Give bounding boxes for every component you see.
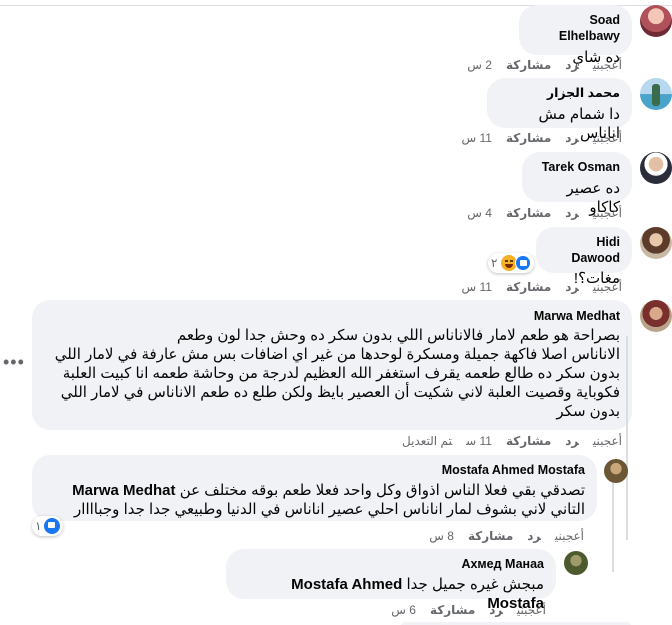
comment-time[interactable]: 4 س: [467, 206, 492, 220]
comment-bubble: Soad Elhelbawy ده شاي: [519, 5, 632, 66]
comment-bubble: Ахмед Манаа مبجش غيره جميل جدا Mostafa A…: [226, 549, 556, 612]
comment-author[interactable]: Soad Elhelbawy: [531, 12, 620, 44]
share-action[interactable]: مشاركة: [506, 280, 551, 294]
comment-actions: أعجبني رد مشاركة 2 س: [453, 57, 622, 73]
like-icon: [515, 255, 532, 271]
comment-actions: أعجبني رد مشاركة 6 س: [377, 602, 546, 618]
like-action[interactable]: أعجبني: [555, 529, 584, 543]
more-options-icon[interactable]: •••: [3, 352, 25, 373]
like-action[interactable]: أعجبني: [593, 206, 622, 220]
thread-line: [626, 336, 628, 540]
avatar[interactable]: [604, 459, 628, 483]
comment-text-line: تصدقي بقي فعلا الناس اذواق وكل واحد فعلا…: [44, 481, 585, 500]
thread-line: [612, 482, 614, 572]
comment-bubble: Tarek Osman ده عصير كاكاو: [522, 152, 632, 216]
comment-time[interactable]: 11 س: [466, 434, 492, 448]
reply-action[interactable]: رد: [527, 529, 541, 543]
comment-actions: أعجبني رد مشاركة 11 س: [448, 130, 623, 146]
comment-author[interactable]: Mostafa Ahmed Mostafa: [44, 462, 585, 478]
share-action[interactable]: مشاركة: [506, 58, 551, 72]
share-action[interactable]: مشاركة: [506, 131, 551, 145]
comment-text-line: بدون سكر: [556, 403, 620, 420]
comment-text-line: الاناناس اصلا فاكهة جميلة ومسكرة لوحدها …: [54, 346, 620, 363]
reply-action[interactable]: رد: [565, 131, 579, 145]
comment-time[interactable]: 6 س: [391, 603, 416, 617]
avatar[interactable]: [564, 551, 588, 575]
comment-actions: أعجبني رد مشاركة 11 س: [448, 279, 623, 295]
like-action[interactable]: أعجبني: [593, 131, 622, 145]
comment-author[interactable]: محمد الجزار: [499, 85, 620, 101]
comment-text-line: بصراحة هو طعم لامار فالاناناس اللي بدون …: [176, 327, 620, 344]
like-action[interactable]: أعجبني: [593, 434, 622, 448]
comment-actions: أعجبني رد مشاركة 11 س تم التعديل: [388, 433, 622, 449]
comment-text-line: بدون سكر ده طالع طعمه يقرف استغفر الله ا…: [62, 365, 620, 382]
comment-bubble: محمد الجزار دا شمام مش اناناس: [487, 78, 632, 142]
avatar[interactable]: [640, 300, 672, 332]
avatar-figure: [652, 84, 660, 106]
like-action[interactable]: أعجبني: [593, 280, 622, 294]
reaction-summary[interactable]: ١: [32, 516, 64, 536]
comment-actions: أعجبني رد مشاركة 4 س: [453, 205, 622, 221]
comment-author[interactable]: Hidi Dawood: [548, 234, 620, 266]
reply-action[interactable]: رد: [565, 434, 579, 448]
avatar[interactable]: [640, 5, 672, 37]
share-action[interactable]: مشاركة: [468, 529, 513, 543]
comment-bubble: Mostafa Ahmed Mostafa تصدقي بقي فعلا الن…: [32, 455, 597, 521]
avatar[interactable]: [640, 152, 672, 184]
comment-bubble: Hidi Dawood مغات؟!: [536, 227, 632, 287]
like-action[interactable]: أعجبني: [517, 603, 546, 617]
reply-action[interactable]: رد: [489, 603, 503, 617]
mention-link[interactable]: Marwa Medhat: [72, 482, 175, 499]
comment-author[interactable]: Marwa Medhat: [44, 308, 620, 324]
comment-text-line: التاني لاني بشوف لمار اناناس احلي عصير ا…: [74, 501, 585, 518]
like-icon: [44, 518, 61, 534]
share-action[interactable]: مشاركة: [430, 603, 475, 617]
edited-label[interactable]: تم التعديل: [402, 434, 452, 448]
comment-time[interactable]: 2 س: [467, 58, 492, 72]
comment-author[interactable]: Tarek Osman: [534, 159, 620, 175]
comment-actions: أعجبني رد مشاركة 8 س: [415, 528, 584, 544]
comment-time[interactable]: 11 س: [462, 280, 492, 294]
comment-text: مبجش غيره جميل جدا: [406, 576, 544, 593]
comment-bubble: Marwa Medhat بصراحة هو طعم لامار فالانان…: [32, 300, 632, 430]
comment-text-line: فكوباية وقصيت العلبة لاني شكيت أن العصير…: [60, 384, 620, 401]
comment-text: تصدقي بقي فعلا الناس اذواق وكل واحد فعلا…: [179, 482, 585, 499]
comment-time[interactable]: 11 س: [462, 131, 492, 145]
share-action[interactable]: مشاركة: [506, 206, 551, 220]
comment-author[interactable]: Ахмед Манаа: [238, 556, 544, 572]
reply-action[interactable]: رد: [565, 280, 579, 294]
reply-action[interactable]: رد: [565, 206, 579, 220]
reaction-count: ١: [35, 519, 42, 533]
reaction-summary[interactable]: ٢: [488, 253, 535, 273]
reaction-count: ٢: [491, 256, 498, 270]
reply-action[interactable]: رد: [565, 58, 579, 72]
avatar[interactable]: [640, 227, 672, 259]
share-action[interactable]: مشاركة: [506, 434, 551, 448]
like-action[interactable]: أعجبني: [593, 58, 622, 72]
avatar[interactable]: [640, 78, 672, 110]
comment-time[interactable]: 8 س: [429, 529, 454, 543]
